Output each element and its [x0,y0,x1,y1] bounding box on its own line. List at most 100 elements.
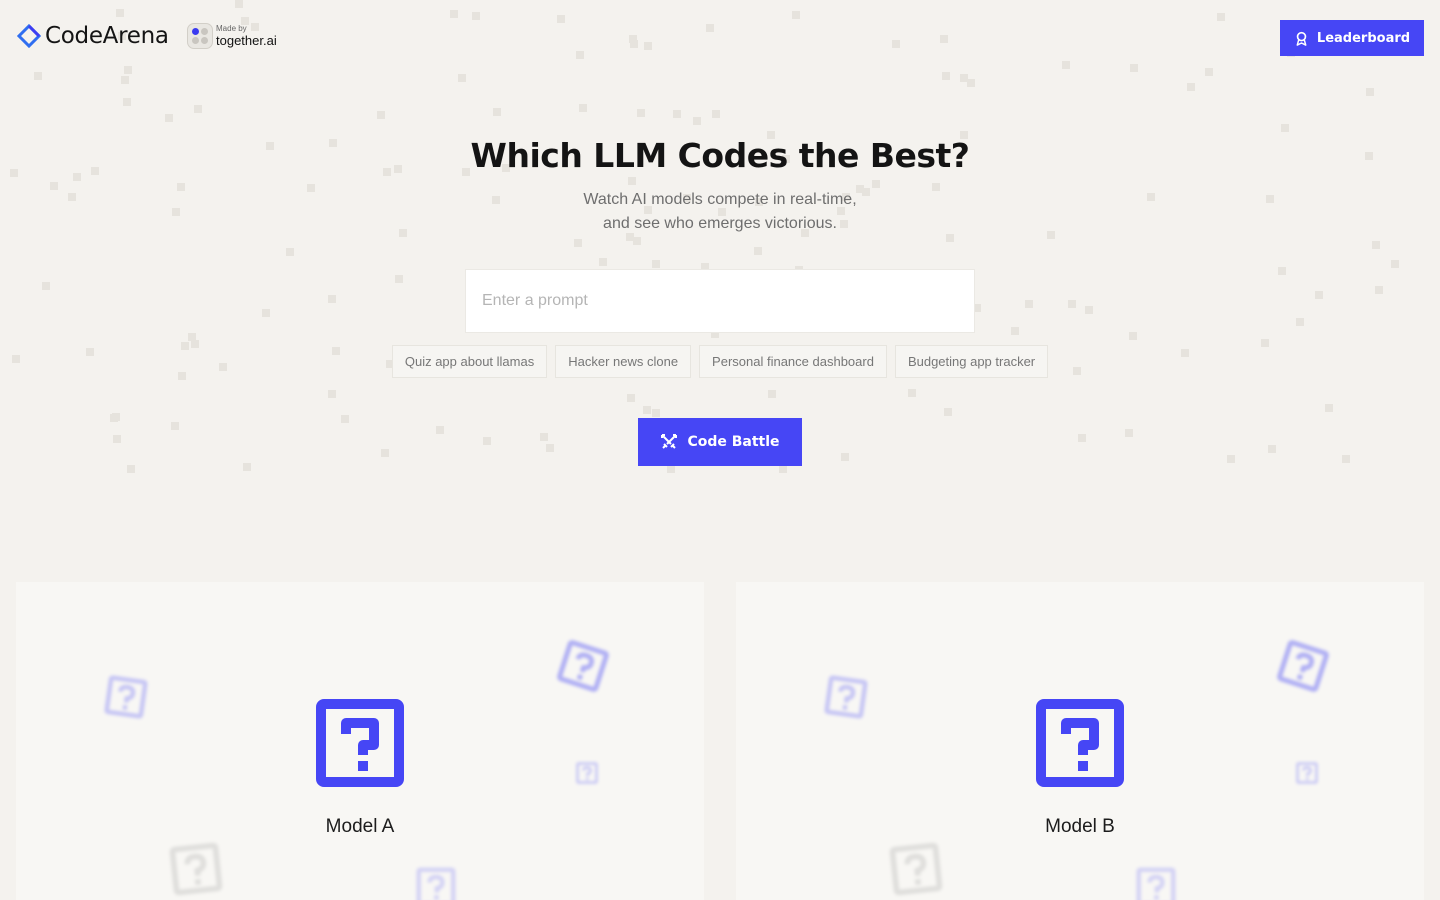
background-pixel [599,258,607,266]
question-box-icon [889,842,943,896]
background-pixel [262,309,270,317]
background-pixel [171,422,179,430]
background-pixel [652,260,660,268]
page-title: Which LLM Codes the Best? [470,136,970,175]
top-bar: CodeArena Made by together.ai Leaderboar… [0,0,1440,76]
background-pixel [1281,124,1289,132]
background-pixel [633,237,641,245]
background-pixel [377,111,385,119]
background-pixel [1342,455,1350,463]
background-pixel [1187,83,1195,91]
background-pixel [693,117,701,125]
background-pixel [1227,455,1235,463]
codearena-logo[interactable]: CodeArena [17,22,169,50]
prompt-input[interactable] [465,269,975,333]
background-pixel [768,390,776,398]
background-pixel [1085,306,1093,314]
background-pixel [436,426,444,434]
made-by-label: Made by [216,24,247,33]
background-pixel [492,196,500,204]
background-pixel [194,105,202,113]
background-pixel [42,282,50,290]
suggestion-chip-hacker-news[interactable]: Hacker news clone [555,345,692,378]
background-pixel [1011,327,1019,335]
background-pixel [1372,241,1380,249]
background-pixel [286,248,294,256]
background-pixel [1391,260,1399,268]
background-pixel [673,110,681,118]
question-box-icon [316,699,404,787]
background-pixel [188,333,196,341]
leaderboard-label: Leaderboard [1316,30,1411,46]
background-pixel [628,177,636,185]
code-battle-label: Code Battle [687,434,780,450]
background-pixel [328,390,336,398]
leaderboard-button[interactable]: Leaderboard [1280,20,1424,56]
background-pixel [1129,332,1137,340]
background-pixel [908,389,916,397]
background-pixel [395,275,403,283]
background-pixel [328,295,336,303]
background-pixel [946,234,954,242]
question-box-icon [1277,640,1329,692]
background-pixel [127,465,135,473]
background-pixel [1125,429,1133,437]
background-pixel [113,435,121,443]
background-pixel [172,208,180,216]
background-pixel [637,109,645,117]
background-pixel [307,184,315,192]
background-pixel [712,110,720,118]
made-by-together-badge[interactable]: Made by together.ai [187,23,277,49]
question-box-icon [1136,867,1176,900]
background-pixel [540,433,548,441]
background-pixel [1025,300,1033,308]
suggestion-chip-finance-dashboard[interactable]: Personal finance dashboard [699,345,887,378]
background-pixel [546,444,554,452]
background-pixel [1047,231,1055,239]
background-pixel [50,182,58,190]
diamond-logo-icon [17,24,41,48]
model-a-label: Model A [325,816,395,837]
background-pixel [754,247,762,255]
logo-text: CodeArena [45,23,169,49]
background-pixel [1266,195,1274,203]
together-logo-icon [187,23,213,49]
background-pixel [1278,267,1286,275]
model-b-label: Model B [1045,816,1115,837]
question-box-icon [576,762,598,784]
background-pixel [123,98,131,106]
background-pixel [1147,193,1155,201]
background-pixel [872,180,880,188]
background-pixel [643,406,651,414]
background-pixel [944,408,952,416]
question-box-icon [104,675,148,719]
suggestion-chips: Quiz app about llamas Hacker news clone … [0,345,1440,378]
background-pixel [341,415,349,423]
background-pixel [399,229,407,237]
background-pixel [1366,88,1374,96]
background-pixel [652,409,660,417]
question-box-icon [824,675,868,719]
background-pixel [1325,404,1333,412]
background-pixel [68,193,76,201]
model-b-panel: Model B [736,582,1424,900]
background-pixel [574,239,582,247]
background-pixel [779,465,787,473]
background-pixel [110,414,118,422]
code-battle-button[interactable]: Code Battle [638,418,802,466]
background-pixel [579,104,587,112]
background-pixel [493,108,501,116]
background-pixel [165,114,173,122]
suggestion-chip-quiz-app[interactable]: Quiz app about llamas [391,345,548,378]
page-subtitle: Watch AI models compete in real-time, an… [583,191,857,232]
background-pixel [112,413,120,421]
background-pixel [932,183,940,191]
background-pixel [841,453,849,461]
suggestion-chip-budgeting-tracker[interactable]: Budgeting app tracker [894,345,1049,378]
background-pixel [1068,300,1076,308]
question-box-icon [1036,699,1124,787]
background-pixel [967,79,975,87]
background-pixel [381,449,389,457]
background-pixel [627,394,635,402]
background-pixel [1315,291,1323,299]
